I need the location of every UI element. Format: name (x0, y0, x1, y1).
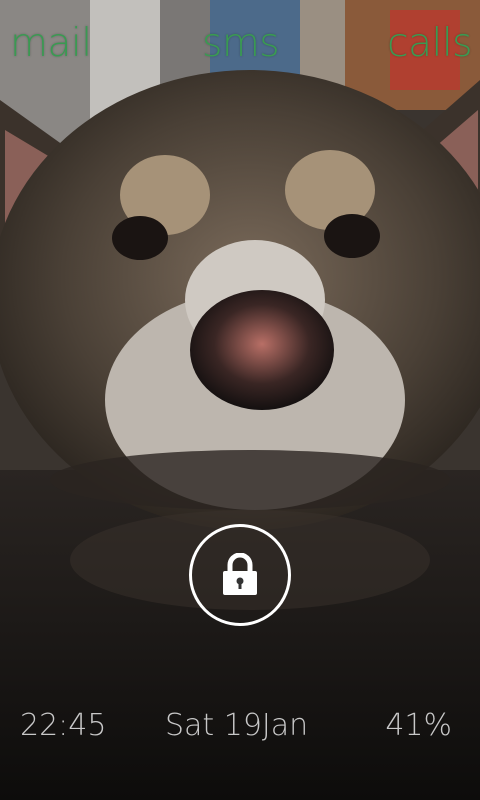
mail-shortcut[interactable]: mail (10, 20, 92, 68)
clock-time: 22:45 (20, 708, 107, 743)
unlock-button[interactable] (189, 524, 291, 626)
lock-icon (223, 553, 257, 595)
date-label: Sat 19Jan (165, 708, 309, 743)
battery-level: 41% (385, 708, 452, 743)
calls-shortcut[interactable]: calls (387, 20, 472, 68)
wallpaper-image (0, 0, 480, 800)
lock-screen: mail sms calls 22:45 Sat 19Jan 41% (0, 0, 480, 800)
sms-shortcut[interactable]: sms (202, 20, 280, 68)
